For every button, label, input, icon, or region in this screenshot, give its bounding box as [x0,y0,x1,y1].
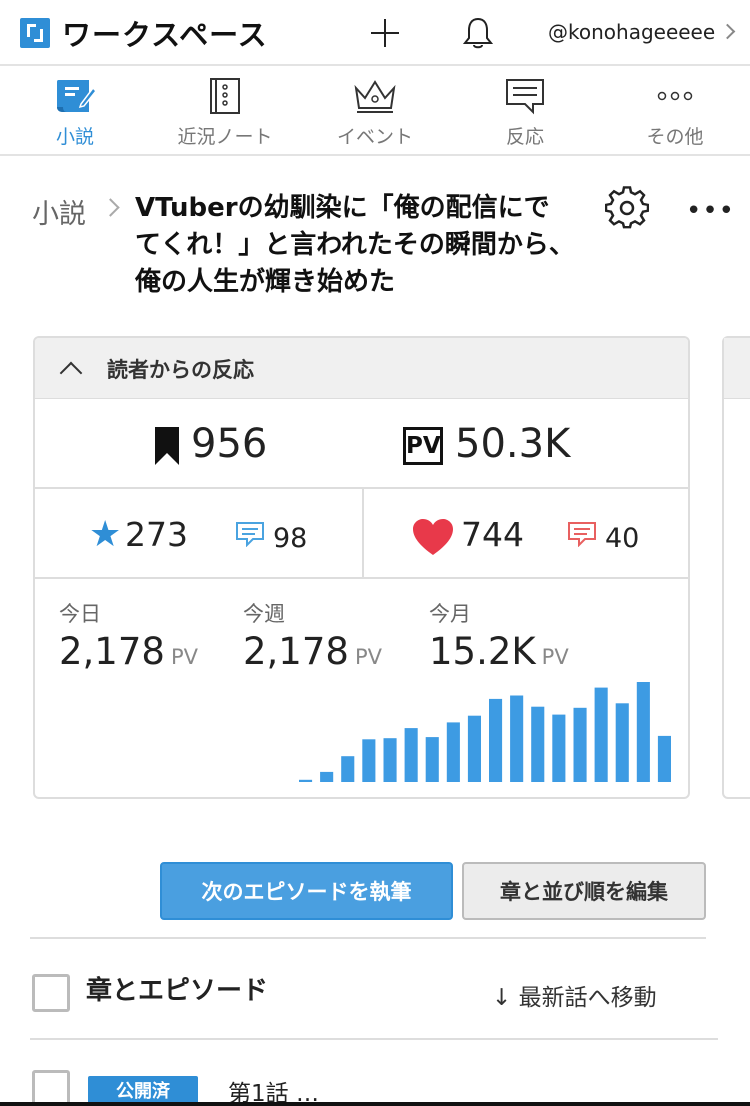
period-label: 今月 [429,602,471,626]
nav-item-other[interactable]: その他 [600,68,750,156]
app-title[interactable]: ワークスペース [62,12,268,54]
chart-bar [362,739,376,782]
reactions-card: 読者からの反応 956 PV 50.3K ★ 273 98 744 40 今日 [33,336,690,799]
write-next-episode-button[interactable]: 次のエピソードを執筆 [160,862,453,920]
divider [30,937,706,939]
chart-bar [341,756,355,782]
chevron-right-icon[interactable] [719,23,736,40]
chart-bar [531,706,545,782]
period-value: 15.2K PV [429,630,569,673]
next-card-header [724,338,750,399]
period-number: 2,178 [243,630,349,673]
period-unit: PV [541,645,569,669]
chart-bar [383,738,397,782]
crown-icon [354,80,396,113]
heart-icon [413,519,453,555]
nav-label: イベント [336,126,413,148]
nav-label: 近況ノート [177,126,273,148]
totals-row: 956 PV 50.3K [35,399,688,489]
chart-bar [446,722,460,782]
period-today: 今日 2,178 PV [59,598,198,673]
chart-bar [657,735,671,782]
main-nav: 小説 近況ノート イベント 反応 その他 [0,68,750,156]
notebook-icon [210,78,240,114]
divider [30,1038,718,1040]
more-options-icon[interactable]: ••• [686,196,735,226]
pv-bar-chart [299,682,671,782]
nav-label: 反応 [505,126,544,148]
chevron-up-icon [59,361,83,385]
star-count: 273 [125,515,188,554]
reactions-card-header[interactable]: 読者からの反応 [35,338,688,399]
bookmark-count: 956 [191,421,268,467]
nav-item-reactions[interactable]: 反応 [450,68,600,156]
nav-label: その他 [646,126,704,148]
breadcrumb-parent[interactable]: 小説 [32,192,86,231]
nav-item-events[interactable]: イベント [300,68,450,156]
novel-icon [57,80,97,112]
review-count: 98 [273,523,308,554]
chart-bar [425,737,439,782]
period-week: 今週 2,178 PV [243,598,382,673]
period-unit: PV [170,645,198,669]
period-label: 今日 [59,602,101,626]
ratings-row: ★ 273 98 744 40 [35,489,688,579]
period-number: 15.2K [429,630,536,673]
nav-label: 小説 [55,126,94,148]
period-number: 2,178 [59,630,165,673]
pv-icon: PV [403,427,443,465]
chart-bar [573,707,587,782]
chart-bar [615,703,629,782]
gear-icon[interactable] [605,186,649,230]
period-label: 今週 [243,602,285,626]
pv-total: 50.3K [455,421,571,467]
bell-icon[interactable] [462,16,494,50]
comment-count: 40 [605,523,640,554]
chart-bar [594,687,608,782]
nav-item-notes[interactable]: 近況ノート [150,68,300,156]
chevron-right-icon [101,198,120,217]
select-all-checkbox[interactable] [32,974,70,1012]
reactions-card-title: 読者からの反応 [107,358,254,382]
jump-to-latest-link[interactable]: ↓ 最新話へ移動 [492,978,657,1012]
work-title: VTuberの幼馴染に「俺の配信にでてくれ！」と言われたその瞬間から、俺の人生が… [135,193,575,297]
review-comment-icon [236,522,264,547]
star-icon: ★ [89,514,122,555]
divider [362,489,364,579]
chart-bar [299,779,313,782]
section-title: 章とエピソード [86,976,269,1006]
top-bar: ワークスペース @konohageeeee [0,0,750,66]
plus-icon[interactable] [370,18,400,48]
episode-checkbox[interactable] [32,1070,70,1106]
divider [0,1102,750,1106]
chart-bar [510,695,524,782]
chart-bar [489,698,503,782]
edit-chapters-button[interactable]: 章と並び順を編集 [462,862,706,920]
heart-count: 744 [461,515,524,554]
next-card-peek[interactable] [722,336,750,799]
period-unit: PV [354,645,382,669]
period-month: 今月 15.2K PV [429,598,569,673]
chart-bar [552,714,566,782]
speech-bubble-icon [506,79,544,115]
logo-icon[interactable] [20,18,50,48]
chart-bar [636,682,650,782]
chart-bar [467,715,481,782]
user-handle[interactable]: @konohageeeee [548,20,715,44]
nav-item-novel[interactable]: 小説 [0,68,150,156]
period-value: 2,178 PV [59,630,198,673]
chart-bar [404,728,418,782]
period-value: 2,178 PV [243,630,382,673]
comment-icon [568,522,596,547]
chart-bar [320,771,334,782]
more-icon [657,91,693,101]
bookmark-icon [155,427,179,465]
